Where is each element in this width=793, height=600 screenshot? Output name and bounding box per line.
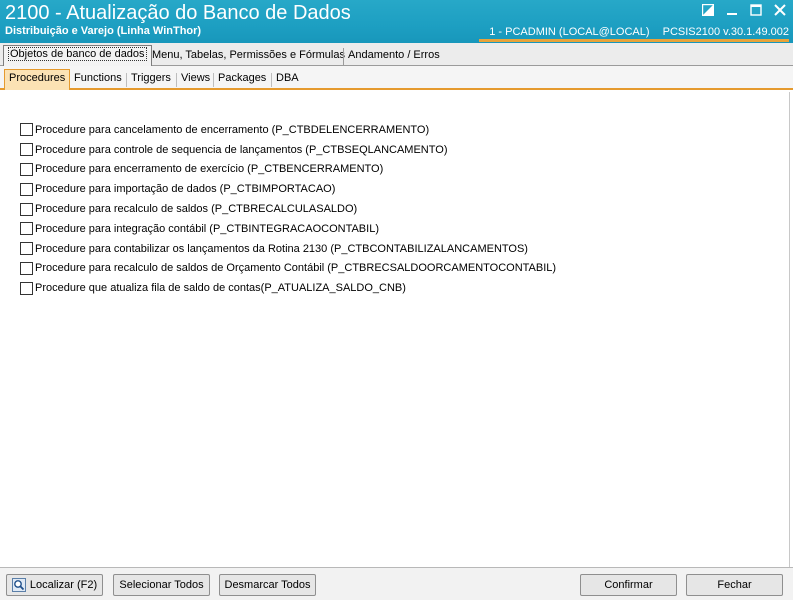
minimize-icon[interactable] bbox=[723, 2, 741, 18]
procedure-item[interactable]: Procedure para importação de dados (P_CT… bbox=[20, 179, 556, 199]
maximize-icon[interactable] bbox=[747, 2, 765, 18]
tab-views-label: Views bbox=[181, 72, 211, 84]
title-bar: 2100 - Atualização do Banco de Dados Dis… bbox=[0, 0, 793, 43]
sub-tab-bar: Procedures Functions Triggers Views Pack… bbox=[0, 66, 793, 90]
procedure-list: Procedure para cancelamento de encerrame… bbox=[20, 120, 556, 298]
procedure-checkbox[interactable] bbox=[20, 261, 33, 275]
procedure-checkbox[interactable] bbox=[20, 182, 33, 196]
restore-icon[interactable] bbox=[699, 2, 717, 18]
bottom-toolbar: Localizar (F2) Selecionar Todos Desmarca… bbox=[0, 567, 793, 600]
procedure-checkbox[interactable] bbox=[20, 162, 33, 176]
window-title: 2100 - Atualização do Banco de Dados bbox=[5, 2, 351, 24]
tab-packages-label: Packages bbox=[218, 72, 267, 84]
tab-menu-tabelas[interactable]: Menu, Tabelas, Permissões e Fórmulas bbox=[148, 47, 349, 66]
tab-andamento-erros-label: Andamento / Erros bbox=[348, 49, 440, 61]
procedure-item[interactable]: Procedure para cancelamento de encerrame… bbox=[20, 120, 556, 140]
confirmar-label: Confirmar bbox=[604, 579, 653, 591]
procedure-checkbox[interactable] bbox=[20, 143, 33, 157]
tab-views[interactable]: Views bbox=[177, 70, 214, 88]
procedure-item[interactable]: Procedure para contabilizar os lançament… bbox=[20, 239, 556, 259]
version-info: PCSIS2100 v.30.1.49.002 bbox=[662, 26, 789, 38]
desmarcar-todos-label: Desmarcar Todos bbox=[224, 579, 311, 591]
fechar-button[interactable]: Fechar bbox=[686, 574, 783, 596]
procedure-label: Procedure para recalculo de saldos (P_CT… bbox=[35, 203, 358, 216]
procedure-item[interactable]: Procedure para integração contábil (P_CT… bbox=[20, 219, 556, 239]
user-info: 1 - PCADMIN (LOCAL@LOCAL) bbox=[489, 26, 650, 38]
selecionar-todos-button[interactable]: Selecionar Todos bbox=[113, 574, 210, 596]
tab-procedures[interactable]: Procedures bbox=[4, 69, 71, 90]
procedure-label: Procedure para importação de dados (P_CT… bbox=[35, 183, 336, 196]
localizar-label: Localizar (F2) bbox=[29, 579, 98, 591]
procedure-label: Procedure que atualiza fila de saldo de … bbox=[35, 282, 406, 295]
tab-triggers[interactable]: Triggers bbox=[127, 70, 175, 88]
tab-triggers-label: Triggers bbox=[131, 72, 171, 84]
procedure-label: Procedure para controle de sequencia de … bbox=[35, 143, 448, 156]
window-controls bbox=[699, 2, 789, 18]
procedure-label: Procedure para recalculo de saldos de Or… bbox=[35, 262, 557, 275]
magnifier-icon bbox=[11, 578, 26, 592]
procedure-item[interactable]: Procedure para recalculo de saldos (P_CT… bbox=[20, 199, 556, 219]
procedure-item[interactable]: Procedure para controle de sequencia de … bbox=[20, 140, 556, 160]
procedure-label: Procedure para integração contábil (P_CT… bbox=[35, 222, 379, 235]
fechar-label: Fechar bbox=[717, 579, 752, 591]
close-icon[interactable] bbox=[771, 2, 789, 18]
tab-objetos-banco[interactable]: Objetos de banco de dados bbox=[3, 45, 152, 66]
tab-packages[interactable]: Packages bbox=[214, 70, 270, 88]
tab-dba[interactable]: DBA bbox=[272, 70, 303, 88]
status-underline bbox=[479, 39, 789, 42]
window-subtitle: Distribuição e Varejo (Linha WinThor) bbox=[5, 25, 202, 37]
selecionar-todos-label: Selecionar Todos bbox=[119, 579, 204, 591]
procedure-checkbox[interactable] bbox=[20, 242, 33, 256]
localizar-button[interactable]: Localizar (F2) bbox=[6, 574, 103, 596]
tab-procedures-label: Procedures bbox=[9, 72, 66, 84]
procedure-item[interactable]: Procedure para recalculo de saldos de Or… bbox=[20, 259, 556, 279]
procedure-label: Procedure para contabilizar os lançament… bbox=[35, 242, 528, 255]
procedures-panel: Procedure para cancelamento de encerrame… bbox=[0, 92, 789, 567]
status-info: 1 - PCADMIN (LOCAL@LOCAL) PCSIS2100 v.30… bbox=[479, 26, 789, 38]
tab-functions[interactable]: Functions bbox=[70, 70, 126, 88]
procedure-item[interactable]: Procedure para encerramento de exercício… bbox=[20, 160, 556, 180]
tab-objetos-banco-label: Objetos de banco de dados bbox=[8, 47, 147, 61]
procedure-checkbox[interactable] bbox=[20, 281, 33, 295]
tab-menu-tabelas-label: Menu, Tabelas, Permissões e Fórmulas bbox=[152, 49, 345, 61]
procedure-checkbox[interactable] bbox=[20, 202, 33, 216]
tab-functions-label: Functions bbox=[74, 72, 122, 84]
procedure-checkbox[interactable] bbox=[20, 222, 33, 236]
procedure-label: Procedure para encerramento de exercício… bbox=[35, 163, 384, 176]
tab-andamento-erros[interactable]: Andamento / Erros bbox=[344, 47, 444, 66]
procedure-label: Procedure para cancelamento de encerrame… bbox=[35, 123, 430, 136]
procedure-item[interactable]: Procedure que atualiza fila de saldo de … bbox=[20, 278, 556, 298]
panel-border bbox=[789, 92, 790, 567]
tab-dba-label: DBA bbox=[276, 72, 299, 84]
main-tab-bar: Objetos de banco de dados Menu, Tabelas,… bbox=[0, 43, 793, 66]
desmarcar-todos-button[interactable]: Desmarcar Todos bbox=[219, 574, 316, 596]
confirmar-button[interactable]: Confirmar bbox=[580, 574, 677, 596]
procedure-checkbox[interactable] bbox=[20, 123, 33, 137]
